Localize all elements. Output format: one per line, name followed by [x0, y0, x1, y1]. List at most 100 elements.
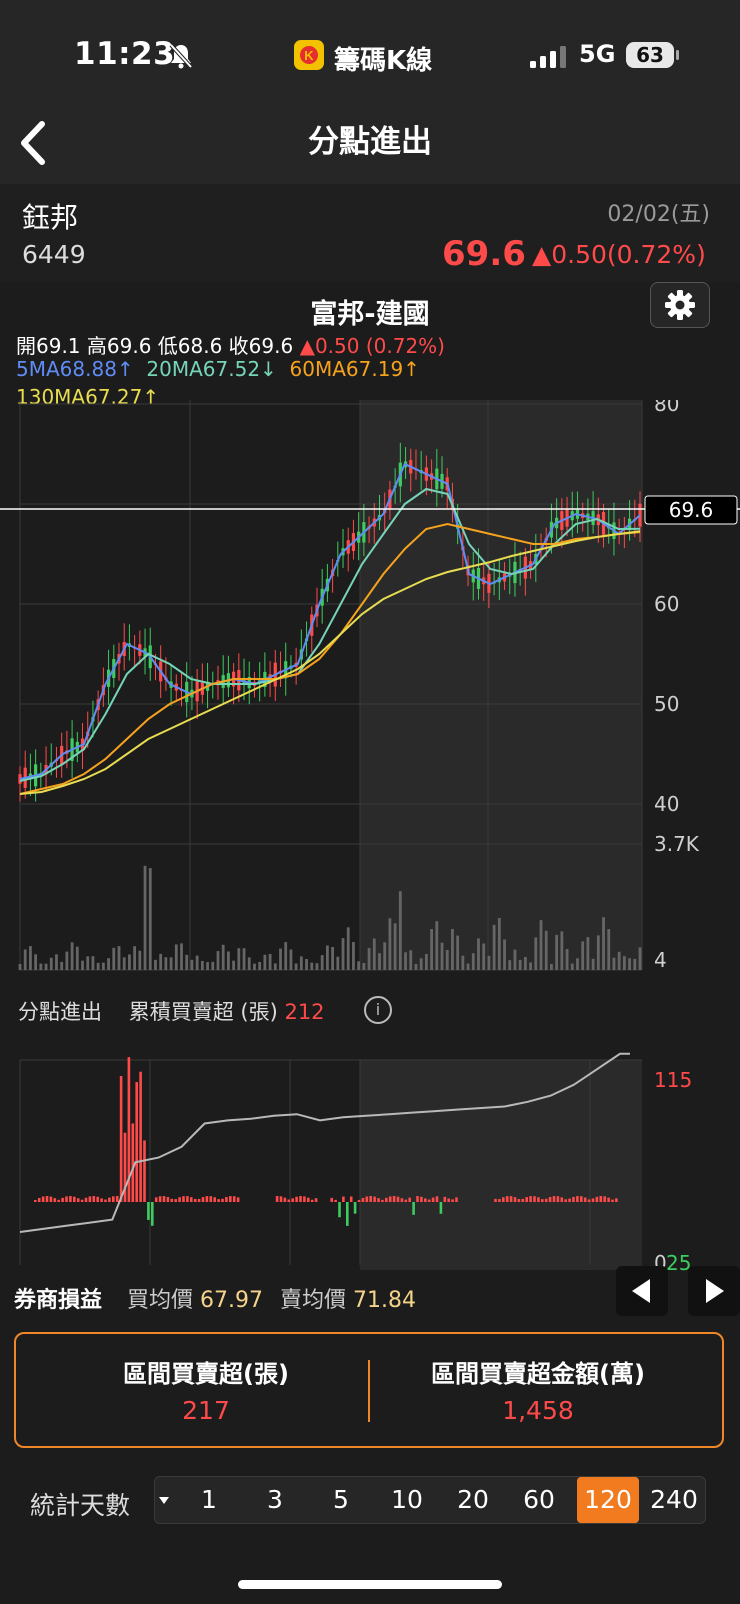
- days-option-1[interactable]: 1: [183, 1477, 235, 1523]
- net-buy-bar: [53, 1198, 57, 1202]
- volume-bar: [18, 964, 22, 970]
- volume-bar: [466, 963, 470, 970]
- days-option-120[interactable]: 120: [577, 1477, 639, 1523]
- info-icon[interactable]: i: [364, 996, 392, 1024]
- net-buy-bar: [447, 1198, 450, 1202]
- status-time: 11:23: [74, 36, 176, 72]
- volume-bar: [91, 956, 95, 970]
- days-option-240[interactable]: 240: [643, 1477, 705, 1523]
- battery-tip: [676, 50, 679, 60]
- next-button[interactable]: [688, 1266, 740, 1316]
- net-buy-bar: [88, 1196, 92, 1202]
- volume-bar: [383, 942, 387, 970]
- volume-bar: [320, 955, 324, 970]
- net-sell-bar: [151, 1202, 154, 1226]
- volume-bar: [581, 941, 585, 970]
- net-buy-bar: [424, 1198, 427, 1202]
- net-buy-bar: [236, 1197, 240, 1202]
- volume-bar: [492, 924, 496, 970]
- days-option-5[interactable]: 5: [315, 1477, 367, 1523]
- volume-bar: [128, 954, 131, 970]
- volume-bar: [419, 958, 423, 970]
- volume-bar: [487, 955, 491, 970]
- volume-max-tick: 3.7K: [654, 832, 700, 856]
- net-buy-bar: [583, 1197, 587, 1202]
- volume-bar: [315, 963, 319, 970]
- volume-bar: [185, 954, 189, 970]
- net-buy-bar: [521, 1198, 525, 1202]
- net-buy-bar: [119, 1076, 123, 1202]
- net-buy-bar: [303, 1196, 306, 1202]
- volume-bar: [409, 950, 413, 970]
- volume-bar: [628, 958, 631, 970]
- net-buy-bar: [455, 1197, 458, 1202]
- net-buy-bar: [158, 1196, 162, 1202]
- net-value: 217: [182, 1396, 230, 1425]
- prev-button[interactable]: [616, 1266, 668, 1316]
- net-buy-bar: [139, 1071, 142, 1202]
- net-buy-bar: [357, 1199, 361, 1202]
- net-buy-bar: [213, 1197, 216, 1202]
- net-buy-bar: [373, 1196, 376, 1202]
- net-buy-bar: [45, 1196, 49, 1202]
- network-type: 5G: [579, 40, 616, 68]
- days-option-10[interactable]: 10: [381, 1477, 433, 1523]
- volume-bar: [596, 935, 600, 970]
- volume-bar: [284, 942, 288, 970]
- volume-bar: [190, 959, 194, 970]
- app-name: 籌碼K線: [334, 46, 433, 76]
- volume-bar: [206, 962, 209, 970]
- home-indicator[interactable]: [238, 1580, 502, 1589]
- net-buy-bar: [420, 1196, 423, 1202]
- sell-avg-value: 71.84: [353, 1288, 417, 1313]
- days-option-3[interactable]: 3: [249, 1477, 301, 1523]
- cum-value: 212: [284, 1000, 325, 1024]
- net-buy-bar: [96, 1196, 99, 1202]
- volume-bar: [550, 963, 553, 970]
- days-option-60[interactable]: 60: [513, 1477, 565, 1523]
- net-buy-bar: [104, 1199, 107, 1202]
- volume-bar: [362, 962, 366, 970]
- volume-bar: [565, 948, 569, 970]
- volume-bar: [430, 929, 433, 970]
- settings-button[interactable]: [650, 282, 710, 328]
- net-buy-bar: [580, 1196, 583, 1202]
- net-buy-bar: [84, 1197, 88, 1202]
- net-buy-bar: [201, 1197, 205, 1202]
- net-buy-bar: [108, 1197, 111, 1202]
- svg-text:K: K: [304, 48, 314, 63]
- volume-bar: [81, 960, 84, 970]
- net-buy-bar: [416, 1196, 419, 1202]
- volume-bar: [247, 957, 251, 970]
- net-buy-bar: [509, 1196, 513, 1202]
- price-chart[interactable]: 69.6 80 60 50 40 3.7K 4: [0, 400, 740, 990]
- stock-name: 鈺邦: [22, 201, 79, 234]
- volume-bar: [294, 963, 298, 970]
- volume-bar: [112, 947, 116, 970]
- gear-icon: [665, 290, 695, 320]
- volume-bar: [591, 958, 595, 970]
- net-buy-bar: [310, 1199, 314, 1202]
- volume-bar: [49, 957, 53, 970]
- days-option-20[interactable]: 20: [447, 1477, 499, 1523]
- stock-date: 02/02(五): [607, 202, 710, 227]
- caret-down-icon[interactable]: [157, 1493, 171, 1507]
- pnl-label: 券商損益: [14, 1288, 103, 1313]
- volume-bar: [346, 927, 350, 970]
- net-buy-bar: [232, 1196, 236, 1202]
- net-sell-bar: [147, 1202, 150, 1220]
- net-buy-bar: [65, 1196, 68, 1202]
- net-buy-bar: [537, 1197, 540, 1202]
- battery-icon: 63: [626, 42, 674, 68]
- flow-chart[interactable]: 115 0 25: [0, 1050, 740, 1280]
- net-buy-bar: [498, 1199, 501, 1202]
- net-buy-bar: [595, 1196, 599, 1202]
- net-sell-bar: [412, 1202, 415, 1215]
- volume-bar: [65, 951, 69, 970]
- net-buy-bar: [170, 1198, 174, 1202]
- net-buy-bar: [576, 1196, 579, 1202]
- summary-divider: [368, 1360, 370, 1422]
- net-buy-bar: [37, 1197, 41, 1202]
- net-buy-bar: [552, 1196, 556, 1202]
- net-buy-bar: [49, 1196, 53, 1202]
